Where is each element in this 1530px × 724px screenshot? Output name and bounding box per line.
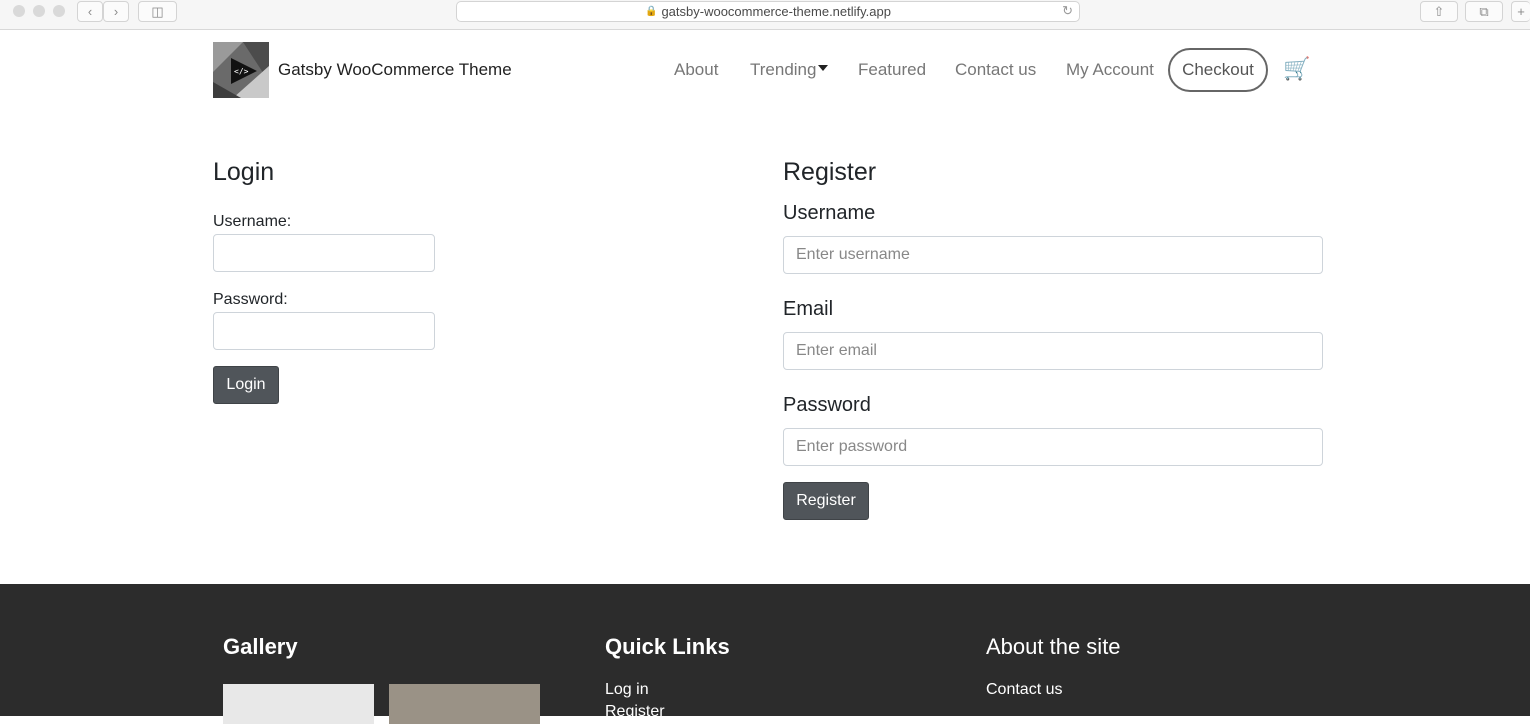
tabs-icon[interactable]: ⧉ [1465,1,1503,22]
footer-link-login[interactable]: Log in [605,681,649,699]
register-email-label: Email [783,298,834,320]
browser-toolbar: ‹ › ◫ 🔒 gatsby-woocommerce-theme.netlify… [0,0,1530,30]
gallery-image[interactable] [223,684,374,724]
login-button[interactable]: Login [213,366,279,404]
forward-icon[interactable]: › [103,1,129,22]
cart-icon[interactable]: 🛒 [1283,56,1310,82]
reload-icon[interactable]: ↻ [1062,3,1073,19]
share-icon[interactable]: ⇧ [1420,1,1458,22]
address-bar[interactable]: 🔒 gatsby-woocommerce-theme.netlify.app ↻ [456,1,1080,22]
footer-link-contact[interactable]: Contact us [986,681,1062,699]
brand-logo[interactable]: </> [213,42,269,98]
new-tab-icon[interactable]: + [1511,1,1530,22]
nav-trending-label: Trending [750,60,817,79]
register-password-label: Password [783,394,871,416]
brand-name[interactable]: Gatsby WooCommerce Theme [278,60,512,80]
login-username-label: Username: [213,213,292,230]
register-title: Register [783,158,877,186]
sidebar-icon[interactable]: ◫ [138,1,177,22]
nav-featured[interactable]: Featured [858,60,926,80]
svg-text:</>: </> [234,67,249,76]
lock-icon: 🔒 [645,6,658,17]
zoom-window-dot[interactable] [53,5,65,17]
close-window-dot[interactable] [13,5,25,17]
address-text: gatsby-woocommerce-theme.netlify.app [661,4,891,19]
login-title: Login [213,158,275,186]
footer-about-title: About the site [986,634,1121,659]
nav-about[interactable]: About [674,60,718,80]
checkout-button[interactable]: Checkout [1168,48,1268,92]
register-button[interactable]: Register [783,482,869,520]
minimize-window-dot[interactable] [33,5,45,17]
nav-trending[interactable]: Trending [750,60,829,80]
nav-my-account[interactable]: My Account [1066,60,1154,80]
footer-link-register[interactable]: Register [605,703,665,721]
gallery-image[interactable] [389,684,540,724]
login-password-label: Password: [213,291,288,308]
register-username-input[interactable] [783,236,1323,274]
nav-contact[interactable]: Contact us [955,60,1036,80]
footer-quick-links-title: Quick Links [605,634,730,659]
caret-down-icon [818,65,829,71]
register-username-label: Username [783,202,876,224]
login-username-input[interactable] [213,234,435,272]
back-icon[interactable]: ‹ [77,1,103,22]
login-password-input[interactable] [213,312,435,350]
register-password-input[interactable] [783,428,1323,466]
footer-gallery-title: Gallery [223,634,298,659]
register-email-input[interactable] [783,332,1323,370]
